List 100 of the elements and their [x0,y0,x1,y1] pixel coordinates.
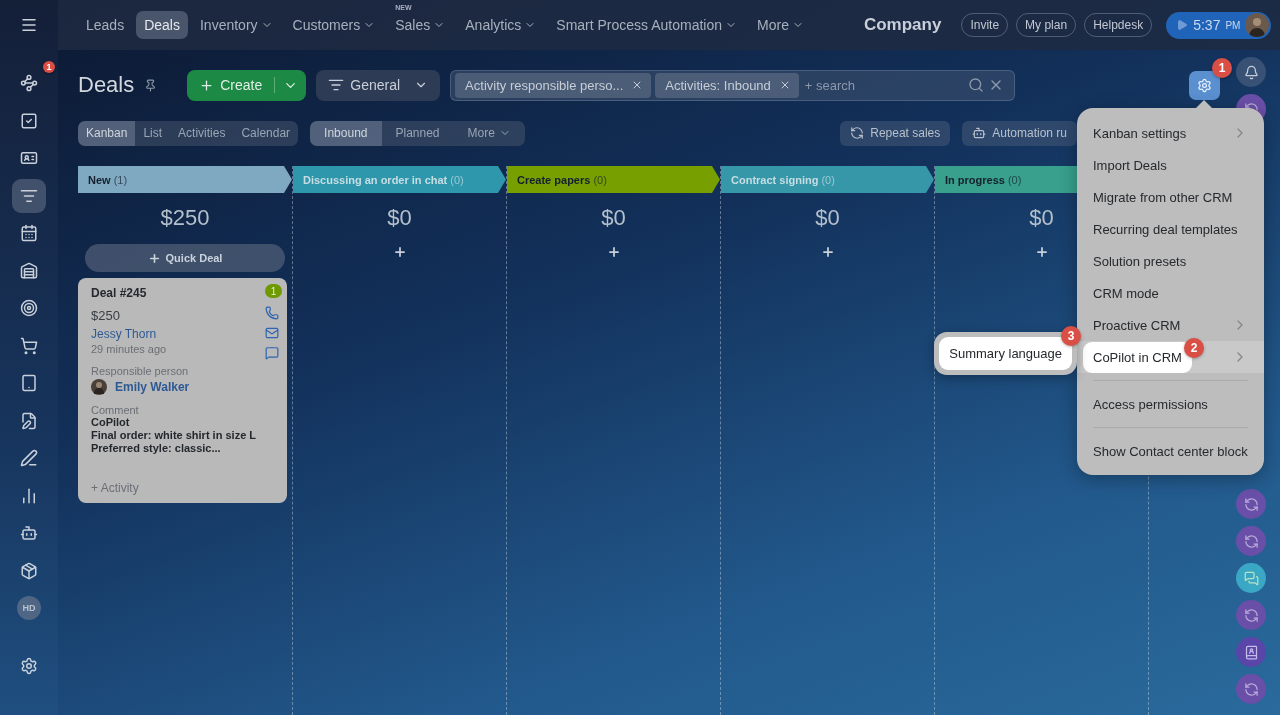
create-button[interactable]: Create [187,69,307,101]
deal-card[interactable]: Deal #245 1 $250 Jessy Thorn 29 minutes ago Responsible person Emily Walker Comment CoPilot Final order: white shirt in size L Preferred style: classic... + Activity [78,278,287,503]
quick-deal-button[interactable]: Quick Deal [85,244,285,272]
menu-item[interactable]: CoPilot in CRM [1083,341,1192,373]
chat-icon[interactable] [265,346,279,360]
spiral-icon [1243,496,1259,512]
work-day-button[interactable]: 5:37 PM [1166,11,1272,39]
step-badge: 2 [1184,338,1204,358]
stage-total: $250 [160,205,210,231]
field-label: Comment [91,404,139,416]
route-icon [20,74,38,92]
company-name[interactable]: Company [863,15,942,35]
spiral-icon [850,126,865,140]
activity-filter-tab[interactable]: Inbound [310,120,382,146]
stage-total: $0 [1029,205,1054,231]
activity-filter-tab[interactable]: Planned [381,120,454,146]
calendar-icon [20,224,38,242]
menu-icon[interactable] [20,16,38,34]
funnel-icon [328,77,345,93]
menu-item[interactable]: Show Contact center block [1093,443,1248,459]
search-field[interactable]: + search [802,76,965,94]
contact-link[interactable]: Jessy Thorn [91,327,157,341]
phone-icon[interactable] [265,306,279,320]
nav-tab[interactable]: Inventory [191,11,281,39]
robot-icon [972,126,987,140]
notification-badge: 1 [43,61,55,73]
stage-header[interactable]: Create papers (0) [507,166,720,193]
deal-amount: $250 [91,308,120,323]
filter-chip[interactable]: Activities: Inbound [655,72,799,98]
nav-tab[interactable]: Deals [136,11,188,39]
menu-item[interactable]: Solution presets [1093,253,1187,269]
settings-button[interactable] [1189,70,1220,100]
rail-button[interactable] [1236,600,1266,630]
toolbar-button[interactable]: Repeat sales [840,120,951,146]
person-avatar [91,379,107,395]
field-label: Responsible person [91,365,189,377]
rail-button[interactable] [1236,489,1266,519]
page-title: Deals [78,72,135,98]
toolbar-button[interactable]: Automation ru [962,120,1077,146]
rail-button[interactable] [1236,674,1266,704]
nav-tab[interactable]: Leads [78,11,133,39]
stage-total: $0 [387,205,412,231]
spiral-icon [1243,681,1259,697]
deal-time: 29 minutes ago [91,343,167,355]
spiral-icon [1243,533,1259,549]
mail-icon[interactable] [265,326,279,340]
pen-icon [20,449,38,467]
menu-item[interactable]: Kanban settings [1093,125,1187,141]
search-icon[interactable] [968,77,985,93]
contact-book-icon [1243,644,1259,660]
bar-chart-icon [20,486,38,505]
nav-tab[interactable]: More [749,11,812,39]
nav-tab[interactable]: Smart Process Automation [548,11,746,39]
document-edit-icon [20,411,38,430]
comment-text: Final order: white shirt in size L [91,429,257,442]
category-dropdown[interactable]: General [316,69,441,101]
rail-button[interactable] [1236,526,1266,556]
nav-tab[interactable]: Customers [284,11,384,39]
step-badge: 1 [1212,57,1232,78]
add-icon[interactable] [392,245,407,259]
menu-item[interactable]: CRM mode [1093,285,1159,301]
cart-icon [20,336,38,355]
target-icon [20,299,38,317]
box-icon [20,561,38,580]
add-icon[interactable] [606,245,621,259]
view-tab[interactable]: Activities [170,120,234,146]
warehouse-icon [20,261,38,280]
deal-title[interactable]: Deal #245 [91,286,147,300]
step-badge: 3 [1061,326,1081,346]
robot-icon [20,524,38,542]
menu-item[interactable]: Access permissions [1093,396,1208,412]
sidebar-button[interactable] [12,178,46,213]
view-tab[interactable]: Kanban [78,120,136,146]
stage-header[interactable]: New (1) [78,166,292,193]
plus-icon [147,251,161,265]
activity-count-badge: 1 [265,284,282,298]
checkbox-icon [20,111,38,130]
pin-icon[interactable] [144,78,158,92]
filter-search-bar[interactable]: Activity responsible perso... Activities: Inbound + search [450,69,1016,101]
filter-chip[interactable]: Activity responsible perso... [455,72,652,98]
view-tab[interactable]: Calendar [233,120,299,146]
user-avatar[interactable] [1245,13,1270,37]
menu-item[interactable]: Proactive CRM [1093,317,1181,333]
add-icon[interactable] [820,245,835,259]
stage-total: $0 [815,205,840,231]
play-icon [1176,19,1189,31]
nav-tab[interactable]: Analytics [457,11,545,39]
add-icon[interactable] [1034,245,1049,259]
menu-item[interactable]: Recurring deal templates [1093,221,1238,237]
rail-button[interactable] [1236,563,1266,593]
responsible-link[interactable]: Emily Walker [115,380,190,394]
view-tab[interactable]: List [135,120,171,146]
plus-icon [199,77,215,93]
activity-filter-tab[interactable]: More [453,120,525,146]
notifications-button[interactable] [1236,57,1266,87]
bell-icon [1243,64,1259,80]
settings-icon[interactable] [20,656,38,675]
comment-text: Preferred style: classic... [91,442,221,455]
chat-icon [1243,570,1259,586]
rail-button[interactable] [1236,637,1266,667]
